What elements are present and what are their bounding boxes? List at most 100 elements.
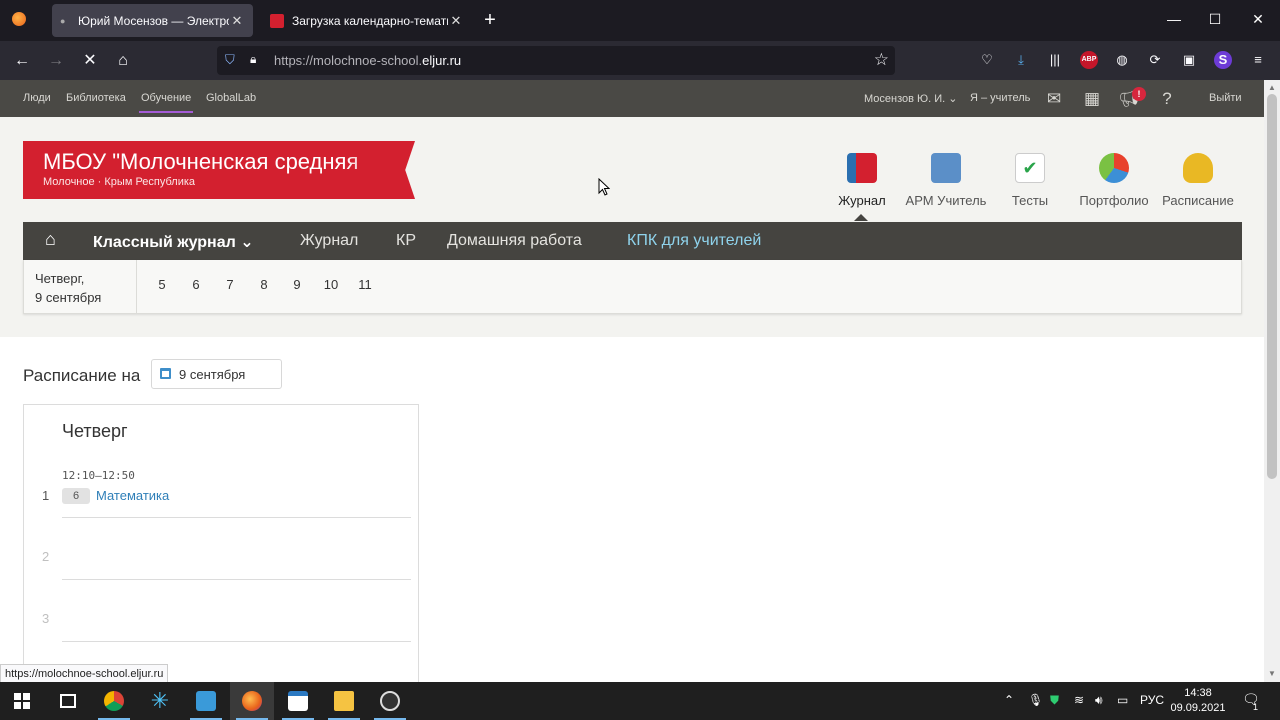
nav-homework[interactable]: Домашняя работа <box>447 232 582 250</box>
lesson-index: 2 <box>42 549 50 564</box>
microphone-icon[interactable]: 🎙︎ <box>1028 693 1043 707</box>
start-button[interactable] <box>0 682 44 720</box>
maximize-button[interactable]: ☐ <box>1205 11 1225 28</box>
language-indicator[interactable]: РУС <box>1140 693 1164 707</box>
journal-icon <box>847 153 877 183</box>
wifi-icon[interactable]: ≋ <box>1074 693 1084 707</box>
obs-taskbar-button[interactable] <box>368 682 412 720</box>
teacher-workplace-icon <box>931 153 961 183</box>
subject-link[interactable]: Математика <box>96 488 169 503</box>
tab-title: Юрий Мосензов — Электронн <box>78 13 229 28</box>
loading-dot-icon: ● <box>60 15 66 26</box>
top-link-learning[interactable]: Обучение <box>138 92 194 113</box>
tab-close-icon[interactable]: ✕ <box>448 13 464 29</box>
module-journal[interactable]: Журнал <box>817 153 907 208</box>
tab-title: Загрузка календарно-тематич <box>292 13 448 28</box>
calendar-icon[interactable]: ▦ <box>1081 88 1103 110</box>
bookmark-star-icon[interactable]: ☆ <box>874 50 889 70</box>
active-module-pointer <box>854 214 868 221</box>
library-icon[interactable]: ||| <box>1046 51 1064 69</box>
globe-icon[interactable]: ◍ <box>1113 51 1131 69</box>
windows-logo-icon <box>14 693 30 709</box>
security-shield-icon[interactable]: ⛊ <box>1050 693 1059 708</box>
user-menu[interactable]: Мосензов Ю. И. ⌄ <box>864 92 958 105</box>
app-taskbar-button[interactable]: ✳ <box>138 682 182 720</box>
top-link-people[interactable]: Люди <box>23 92 51 104</box>
lesson-number[interactable]: 8 <box>254 277 274 292</box>
top-link-globallab[interactable]: GlobalLab <box>206 92 256 104</box>
adblock-icon[interactable]: ABP <box>1080 51 1098 69</box>
lesson-number[interactable]: 9 <box>287 277 307 292</box>
mail-icon[interactable]: ✉ <box>1043 88 1065 110</box>
day-schedule-card: Четверг 12:10–12:50 1 6 Математика 2 3 <box>23 404 419 694</box>
pocket-icon[interactable]: ♡ <box>978 51 996 69</box>
extension-icon[interactable]: S <box>1214 51 1232 69</box>
close-window-button[interactable]: ✕ <box>1248 11 1268 28</box>
logout-link[interactable]: Выйти <box>1209 92 1242 104</box>
chrome-taskbar-button[interactable] <box>92 682 136 720</box>
module-teacher[interactable]: АРМ Учитель <box>901 153 991 208</box>
mouse-cursor-icon <box>598 178 610 196</box>
lesson-number[interactable]: 11 <box>355 277 375 292</box>
new-tab-button[interactable]: + <box>480 9 500 31</box>
module-schedule[interactable]: Расписание <box>1153 153 1243 208</box>
firefox-menu-icon[interactable] <box>12 12 26 26</box>
task-view-button[interactable] <box>46 682 90 720</box>
forward-button[interactable]: → <box>45 50 67 72</box>
minimize-button[interactable]: — <box>1164 11 1184 27</box>
battery-icon[interactable]: ▭ <box>1117 693 1128 707</box>
lock-icon[interactable]: 🔒︎ <box>250 52 256 67</box>
window-app-icon <box>288 691 308 711</box>
lesson-index: 1 <box>42 488 50 503</box>
app-taskbar-button[interactable] <box>276 682 320 720</box>
school-ribbon[interactable]: МБОУ "Молочненская средняя Молочное · Кр… <box>23 141 415 199</box>
shield-icon[interactable]: ⛉ <box>225 52 235 68</box>
monitor-app-icon <box>196 691 216 711</box>
nav-kr[interactable]: КР <box>396 232 416 250</box>
site-topbar: Люди Библиотека Обучение GlobalLab Мосен… <box>0 80 1264 117</box>
browser-tabbar: ● Юрий Мосензов — Электронн ✕ Загрузка к… <box>0 0 1280 41</box>
status-url-tooltip: https://molochnoe-school.eljur.ru <box>0 664 169 684</box>
date-value: 9 сентября <box>179 367 246 382</box>
home-icon[interactable]: ⌂ <box>45 229 56 250</box>
sync-icon[interactable]: ⟳ <box>1146 51 1164 69</box>
home-button[interactable]: ⌂ <box>112 50 134 72</box>
notification-count: 1 <box>1253 702 1259 712</box>
nav-kpk[interactable]: КПК для учителей <box>627 232 761 250</box>
tray-expand-icon[interactable]: ⌃ <box>1004 693 1014 707</box>
volume-icon[interactable]: 🔊︎ <box>1095 693 1103 708</box>
snowflake-app-icon: ✳ <box>150 688 170 713</box>
date-picker[interactable]: 9 сентября <box>151 359 282 389</box>
scrollbar-thumb[interactable] <box>1267 94 1277 479</box>
menu-icon[interactable]: ≡ <box>1249 51 1267 69</box>
folder-icon <box>334 691 354 711</box>
tab-eljur[interactable]: ● Юрий Мосензов — Электронн ✕ <box>52 4 253 37</box>
lesson-number[interactable]: 10 <box>321 277 341 292</box>
explorer-taskbar-button[interactable] <box>322 682 366 720</box>
screenshot-icon[interactable]: ▣ <box>1180 51 1198 69</box>
module-portfolio[interactable]: Портфолио <box>1069 153 1159 208</box>
stop-button[interactable]: ✕ <box>79 50 101 72</box>
back-button[interactable]: ← <box>11 50 33 72</box>
tab-upload[interactable]: Загрузка календарно-тематич ✕ <box>262 4 472 37</box>
lesson-number[interactable]: 7 <box>220 277 240 292</box>
lesson-number[interactable]: 5 <box>152 277 172 292</box>
url-bar[interactable]: ⛉ 🔒︎ https://molochnoe-school.eljur.ru ☆ <box>217 46 895 75</box>
firefox-taskbar-button[interactable] <box>230 682 274 720</box>
tab-close-icon[interactable]: ✕ <box>229 13 245 29</box>
role-label[interactable]: Я – учитель <box>970 92 1030 104</box>
module-tests[interactable]: ✔ Тесты <box>985 153 1075 208</box>
nav-journal[interactable]: Журнал <box>300 232 358 250</box>
class-journal-dropdown[interactable]: Классный журнал ⌄ <box>93 232 254 252</box>
top-link-library[interactable]: Библиотека <box>66 92 126 104</box>
lesson-number[interactable]: 6 <box>186 277 206 292</box>
lesson-time: 12:10–12:50 <box>62 469 135 482</box>
taskbar-clock[interactable]: 14:38 09.09.2021 <box>1168 686 1228 716</box>
portfolio-icon <box>1099 153 1129 183</box>
download-icon[interactable]: ⤓ <box>1012 51 1030 69</box>
app-taskbar-button[interactable] <box>184 682 228 720</box>
browser-navbar: ← → ✕ ⌂ ⛉ 🔒︎ https://molochnoe-school.el… <box>0 41 1280 80</box>
page-scrollbar[interactable]: ▲ ▼ <box>1264 80 1280 682</box>
help-icon[interactable]: ? <box>1156 88 1178 110</box>
journal-nav: ⌂ Классный журнал ⌄ Журнал КР Домашняя р… <box>23 222 1242 260</box>
